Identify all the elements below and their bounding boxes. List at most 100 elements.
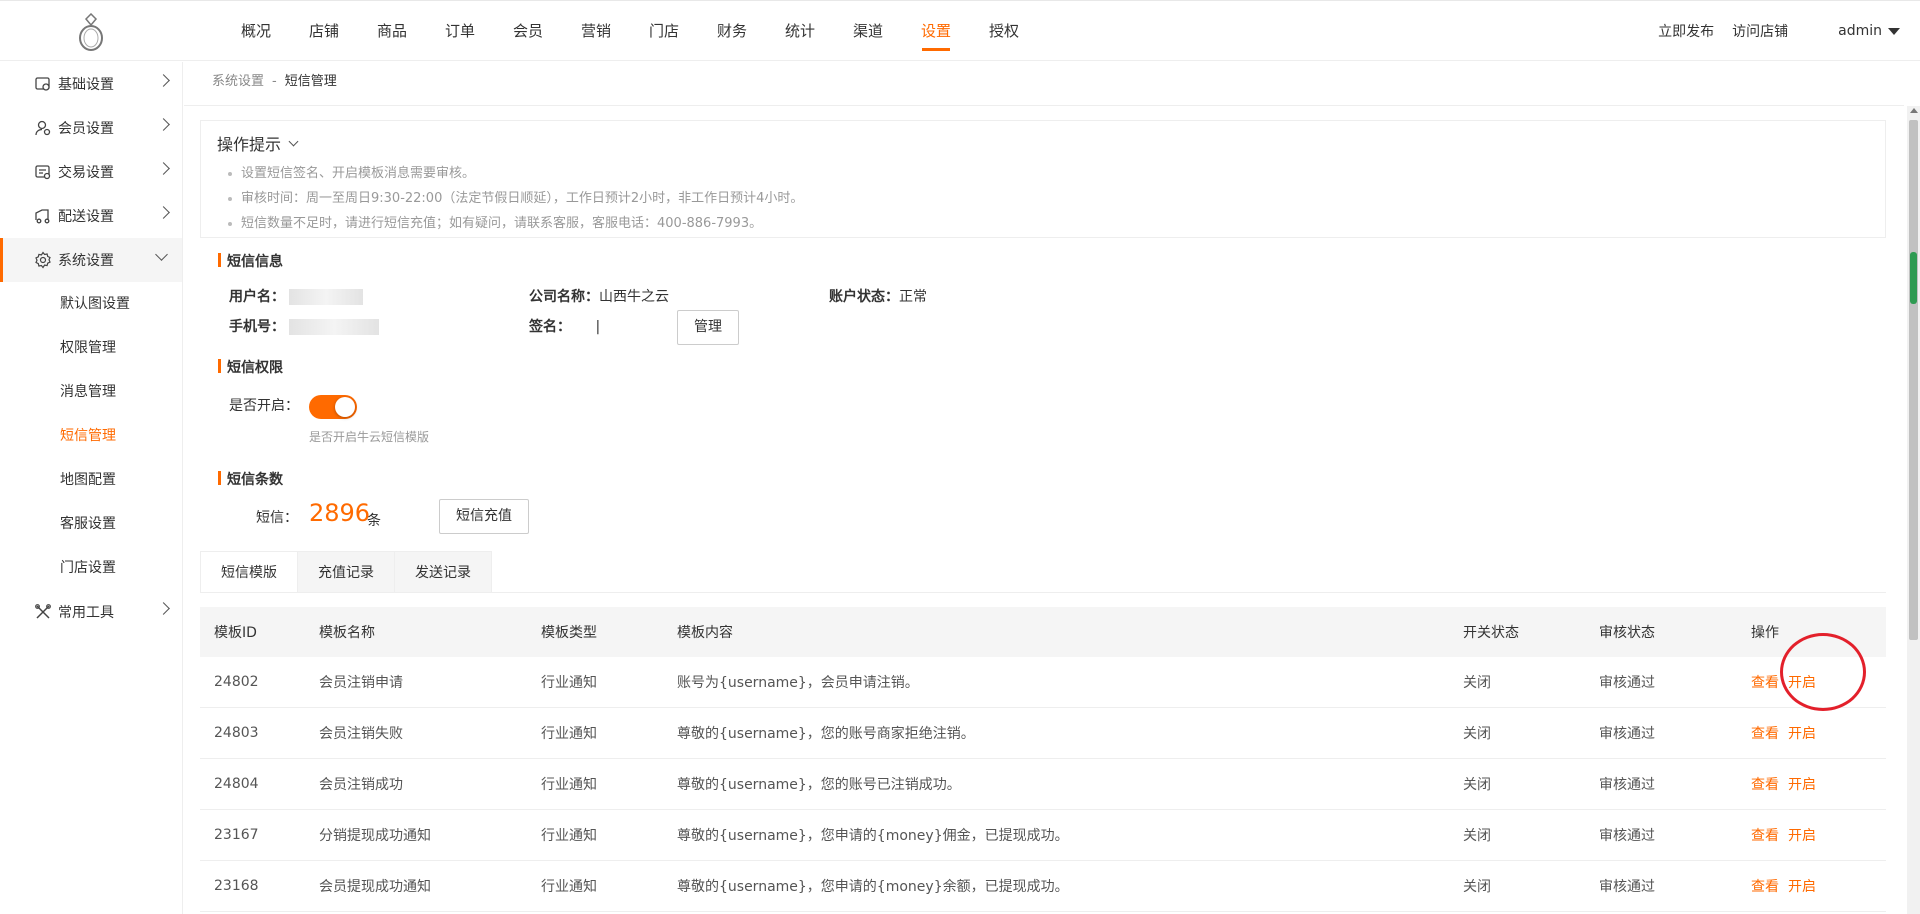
view-link[interactable]: 查看: [1751, 777, 1779, 793]
sidebar-item-label: 基础设置: [58, 77, 114, 93]
trade-icon: [34, 163, 52, 181]
sidebar-item[interactable]: 基础设置: [0, 62, 182, 106]
cell-template-id: 24803: [214, 725, 259, 741]
enable-hint: 是否开启牛云短信模版: [309, 430, 430, 444]
scrollbar-thumb[interactable]: [1909, 120, 1918, 640]
view-link[interactable]: 查看: [1751, 675, 1779, 691]
sidebar-item[interactable]: 会员设置: [0, 106, 182, 150]
scroll-up-arrow-icon[interactable]: [1910, 108, 1918, 113]
sidebar-item-label: 配送设置: [58, 209, 114, 225]
nav-item[interactable]: 营销: [562, 1, 630, 61]
tab-sms-templates[interactable]: 短信模版: [200, 551, 297, 593]
sidebar-item[interactable]: 系统设置: [0, 238, 182, 282]
sign-row: 签名： |: [529, 316, 600, 336]
cell-switch-status: 关闭: [1463, 879, 1491, 895]
sidebar-subitem[interactable]: 权限管理: [0, 326, 182, 370]
chevron-down-icon: [288, 136, 299, 146]
tips-title: 操作提示: [217, 135, 282, 154]
username-label: 用户名：: [229, 289, 285, 305]
enable-link[interactable]: 开启: [1788, 828, 1816, 844]
sidebar-subitem[interactable]: 地图配置: [0, 458, 182, 502]
nav-item[interactable]: 订单: [426, 1, 494, 61]
enable-link[interactable]: 开启: [1788, 726, 1816, 742]
sidebar-subitem[interactable]: 门店设置: [0, 546, 182, 590]
annotation-circle: [1780, 633, 1866, 711]
nav-item[interactable]: 设置: [902, 1, 970, 61]
view-link[interactable]: 查看: [1751, 828, 1779, 844]
top-navigation-bar: 概况 店铺 商品 订单 会员 营销 门店 财务 统计 渠道 设置 授权 立即发布 访问店铺 admin: [0, 0, 1920, 61]
cell-switch-status: 关闭: [1463, 828, 1491, 844]
cell-template-type: 行业通知: [541, 828, 597, 844]
enable-link[interactable]: 开启: [1788, 777, 1816, 793]
column-header: 审核状态: [1599, 625, 1655, 641]
nav-item[interactable]: 门店: [630, 1, 698, 61]
cell-template-id: 23167: [214, 827, 259, 843]
sign-value: |: [595, 319, 601, 335]
nav-item[interactable]: 财务: [698, 1, 766, 61]
cell-template-id: 24804: [214, 776, 259, 792]
cell-audit-status: 审核通过: [1599, 777, 1655, 793]
user-menu[interactable]: admin: [1838, 23, 1900, 39]
view-link[interactable]: 查看: [1751, 726, 1779, 742]
cell-template-content: 账号为{username}，会员申请注销。: [677, 675, 919, 691]
nav-item[interactable]: 统计: [766, 1, 834, 61]
sidebar-item[interactable]: 配送设置: [0, 194, 182, 238]
phone-label: 手机号：: [229, 319, 285, 335]
view-link[interactable]: 查看: [1751, 879, 1779, 895]
publish-link[interactable]: 立即发布: [1658, 21, 1714, 41]
company-value: 山西牛之云: [599, 289, 669, 305]
sidebar-subitem[interactable]: 短信管理: [0, 414, 182, 458]
sidebar-subitem[interactable]: 客服设置: [0, 502, 182, 546]
sidebar-item[interactable]: 交易设置: [0, 150, 182, 194]
tip-item: 设置短信签名、开启模板消息需要审核。: [227, 161, 803, 186]
nav-item[interactable]: 渠道: [834, 1, 902, 61]
logo-ring-icon[interactable]: [74, 12, 110, 53]
sms-count-unit: 条: [367, 513, 381, 529]
nav-item[interactable]: 授权: [970, 1, 1038, 61]
manage-button[interactable]: 管理: [677, 310, 739, 345]
cell-template-content: 尊敬的{username}，您的账号商家拒绝注销。: [677, 726, 975, 742]
table-header: 模板ID 模板名称 模板类型 模板内容 开关状态 审核状态 操作: [200, 607, 1886, 657]
sms-info-title: 短信信息: [218, 251, 283, 271]
enable-label: 是否开启：: [229, 398, 299, 414]
enable-link[interactable]: 开启: [1788, 879, 1816, 895]
cell-template-name: 会员注销申请: [319, 675, 403, 691]
sms-count-value: 2896: [309, 499, 371, 527]
username-value-redacted: [289, 289, 364, 305]
cell-template-content: 尊敬的{username}，您的账号已注销成功。: [677, 777, 961, 793]
cell-template-name: 会员注销成功: [319, 777, 403, 793]
page-scrollbar[interactable]: [1907, 106, 1920, 914]
table-row: 23167 分销提现成功通知 行业通知 尊敬的{username}，您申请的{mone…: [200, 810, 1886, 861]
sidebar: 基础设置会员设置 交易设置配送设置系统设置 默认图设置 权限管理 消息管理 短信管理 地图配…: [0, 62, 183, 914]
chevron-down-icon: [155, 248, 168, 261]
sms-enable-toggle[interactable]: [309, 395, 357, 419]
sms-recharge-button[interactable]: 短信充值: [439, 499, 529, 534]
visit-store-link[interactable]: 访问店铺: [1732, 21, 1788, 41]
breadcrumb-parent[interactable]: 系统设置: [212, 74, 264, 89]
tips-toggle[interactable]: 操作提示: [217, 131, 299, 155]
tab-recharge-records[interactable]: 充值记录: [297, 551, 394, 593]
cell-template-id: 24802: [214, 674, 259, 690]
nav-item[interactable]: 概况: [222, 1, 290, 61]
status-label: 账户状态：: [829, 289, 899, 305]
chevron-right-icon: [157, 206, 170, 219]
record-tabs: 短信模版 充值记录 发送记录: [200, 551, 492, 593]
cell-audit-status: 审核通过: [1599, 879, 1655, 895]
cell-template-name: 分销提现成功通知: [319, 828, 431, 844]
tab-send-records[interactable]: 发送记录: [394, 551, 492, 593]
cell-switch-status: 关闭: [1463, 675, 1491, 691]
column-header: 开关状态: [1463, 625, 1519, 641]
breadcrumb-separator: -: [272, 74, 277, 89]
status-value: 正常: [899, 289, 927, 305]
sidebar-subitem[interactable]: 消息管理: [0, 370, 182, 414]
nav-item[interactable]: 商品: [358, 1, 426, 61]
tip-item: 审核时间：周一至周日9:30-22:00（法定节假日顺延），工作日预计2小时，非…: [227, 186, 803, 211]
sidebar-item[interactable]: 常用工具: [0, 590, 182, 634]
nav-item[interactable]: 店铺: [290, 1, 358, 61]
divider: [200, 592, 1886, 593]
cell-template-content: 尊敬的{username}，您申请的{money}佣金，已提现成功。: [677, 828, 1069, 844]
cell-template-name: 会员提现成功通知: [319, 879, 431, 895]
nav-item[interactable]: 会员: [494, 1, 562, 61]
settings-page-icon: [34, 75, 52, 93]
sidebar-subitem[interactable]: 默认图设置: [0, 282, 182, 326]
